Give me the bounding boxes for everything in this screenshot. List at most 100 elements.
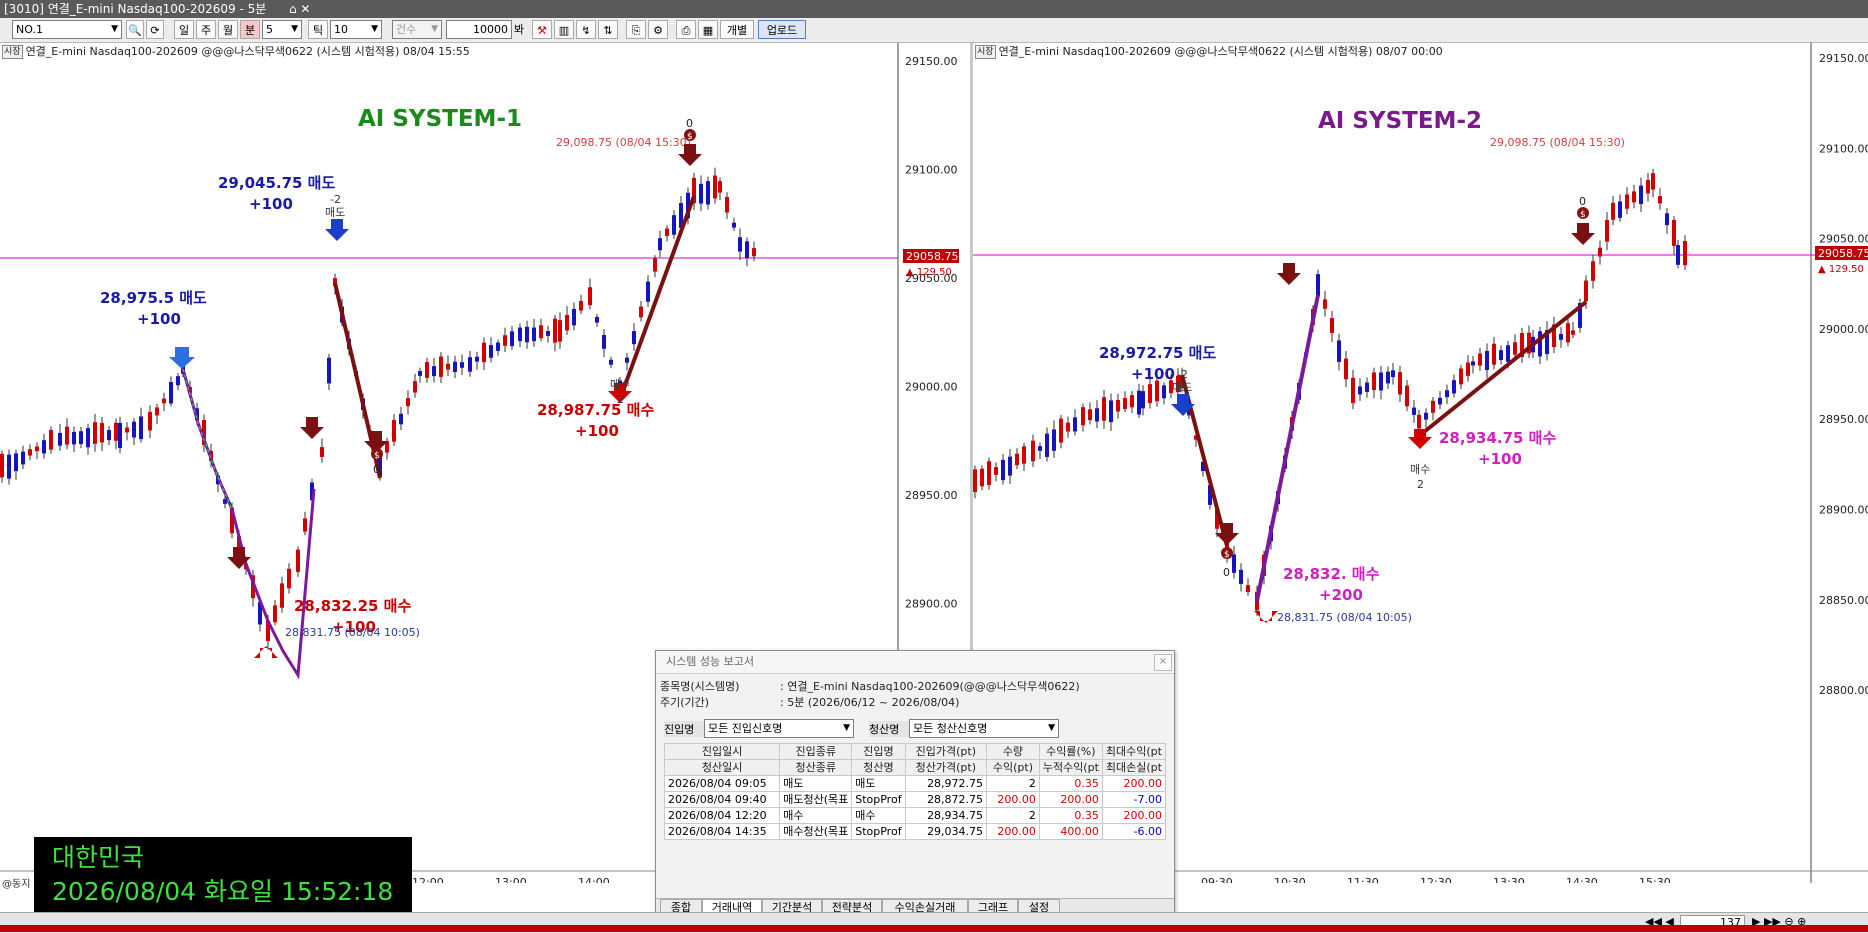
buy2-tag-label: 매수 [1410, 463, 1430, 476]
entry-filter-value: 모든 진입신호명 [708, 722, 783, 735]
candle-body [1008, 456, 1012, 476]
clock-datetime: 2026/08/04 화요일 15:52:18 [52, 877, 394, 906]
tick-select[interactable]: 10 ▼ [330, 20, 382, 39]
exit-filter-select[interactable]: 모든 청산신호명 ▼ [909, 719, 1059, 738]
buy-arrow-icon [254, 646, 278, 658]
chart-type-icon[interactable]: ⚒ [532, 20, 552, 39]
period-day-label: 일 [178, 24, 190, 37]
minute-select[interactable]: 5 ▼ [262, 20, 302, 39]
window-controls[interactable]: ⌂ ✕ [289, 0, 311, 18]
tick-button[interactable]: 틱 [308, 20, 328, 39]
candle-body [176, 376, 180, 386]
cell: 매도 [779, 775, 853, 792]
candle-body [1445, 390, 1449, 398]
candle-body [546, 331, 550, 336]
table-row[interactable]: 2026/08/04 09:05 매도 매도 28,972.75 2 0.35 … [663, 775, 1167, 792]
entry-filter-select[interactable]: 모든 진입신호명 ▼ [704, 719, 854, 738]
bar-label: 봐 [512, 20, 526, 39]
candle-body [1665, 213, 1669, 226]
candle-body [1438, 397, 1442, 405]
candle-body [1358, 386, 1362, 395]
candle-body [1651, 173, 1655, 190]
grid-icon[interactable]: ▦ [698, 20, 718, 39]
table-row[interactable]: 2026/08/04 12:20 매수 매수 28,934.75 2 0.35 … [663, 807, 1167, 824]
window-title: [3010] 연결_E-mini Nasdaq100-202609 - 5분 [4, 2, 267, 16]
price-tick-label: 28950.00 [905, 489, 958, 502]
exit1-zero-label: 0 [1223, 566, 1230, 579]
code-select[interactable]: NO.1 ▼ [12, 20, 122, 39]
upload-button[interactable]: 업로드 [758, 20, 806, 39]
settings-icon[interactable]: ⚙ [648, 20, 668, 39]
chevron-down-icon: ▼ [291, 24, 298, 34]
candle-body [672, 215, 676, 235]
chevron-down-icon: ▼ [1048, 723, 1055, 733]
candle-body [72, 431, 76, 445]
candle-body [1471, 361, 1475, 366]
candle-body [439, 356, 443, 377]
candle-body [1323, 299, 1327, 309]
candle-body [468, 357, 472, 372]
sell2-position-label: -2 [330, 193, 341, 206]
cell: 28,972.75 [904, 775, 988, 792]
candle-body [1372, 372, 1376, 391]
candle-body [1499, 350, 1503, 361]
sort-icon[interactable]: ⇅ [598, 20, 618, 39]
sell2-price-label: 29,045.75 매도 [218, 174, 335, 192]
count-select[interactable]: 건수 ▼ [392, 20, 442, 39]
close-icon[interactable]: × [1154, 654, 1172, 671]
minute-value: 5 [266, 23, 273, 36]
candle-body [42, 440, 46, 454]
count-input[interactable]: 10000 [446, 20, 512, 39]
period-week-button[interactable]: 주 [196, 20, 216, 39]
candle-body [646, 281, 650, 302]
candle-body [114, 422, 118, 441]
cell: 200.00 [1101, 775, 1167, 792]
copy-icon[interactable]: ⎘ [626, 20, 646, 39]
buy1-price-label: 28,832.25 매수 [294, 597, 411, 615]
indicator-icon[interactable]: ↯ [576, 20, 596, 39]
buy1-points-label: +200 [1319, 586, 1363, 604]
candle-body [1379, 372, 1383, 391]
table-row[interactable]: 2026/08/04 14:35 매수청산(목표 StopProf 29,034… [663, 823, 1167, 840]
cell: 매수청산(목표 [779, 823, 853, 840]
col-exit-time: 청산일시 [663, 759, 781, 776]
table-row[interactable]: 2026/08/04 09:40 매도청산(목표 StopProf 28,872… [663, 791, 1167, 808]
candle-body [503, 335, 507, 346]
code-select-value: NO.1 [16, 23, 43, 36]
candle-body [1232, 554, 1236, 573]
search-refresh-icon[interactable]: ⟳ [146, 20, 164, 39]
bar-chart-icon[interactable]: ▥ [554, 20, 574, 39]
left-price-axis: 29150.0029100.0029050.0029000.0028950.00… [905, 55, 958, 611]
purple-trade-line [1255, 294, 1320, 602]
cell: -6.00 [1101, 823, 1167, 840]
period-day-button[interactable]: 일 [174, 20, 194, 39]
time-tick-label: 13:00 [495, 876, 527, 883]
candle-body [1611, 202, 1615, 220]
cell: 2026/08/04 09:40 [663, 791, 781, 808]
exit2-zero-label: 0 [1579, 195, 1586, 208]
buy2-points-label: +100 [1478, 450, 1522, 468]
candle-body [425, 362, 429, 378]
candle-body [453, 361, 457, 373]
candle-body [1639, 185, 1643, 205]
print-icon[interactable]: ⎙ [676, 20, 696, 39]
candle-body [413, 381, 417, 393]
window-titlebar: [3010] 연결_E-mini Nasdaq100-202609 - 5분 ⌂… [0, 0, 1868, 18]
candle-body [1015, 453, 1019, 466]
stop-icon-glyph: $ [1580, 210, 1586, 220]
candle-body [1658, 196, 1662, 204]
candle-body [1001, 459, 1005, 481]
candle-body [987, 461, 991, 486]
individual-button[interactable]: 개별 [720, 20, 754, 39]
period-month-button[interactable]: 월 [218, 20, 238, 39]
buy-arrow-icon [1408, 429, 1432, 449]
candle-body [1559, 334, 1563, 340]
exit2-zero-label: 0 [686, 117, 693, 130]
candle-body [418, 371, 422, 376]
candle-body [1081, 407, 1085, 426]
candle-body [1162, 385, 1166, 399]
period-minute-button[interactable]: 분 [240, 20, 260, 39]
candle-body [718, 181, 722, 193]
search-icon[interactable]: 🔍 [126, 20, 144, 39]
cell: 매수 [851, 807, 906, 824]
